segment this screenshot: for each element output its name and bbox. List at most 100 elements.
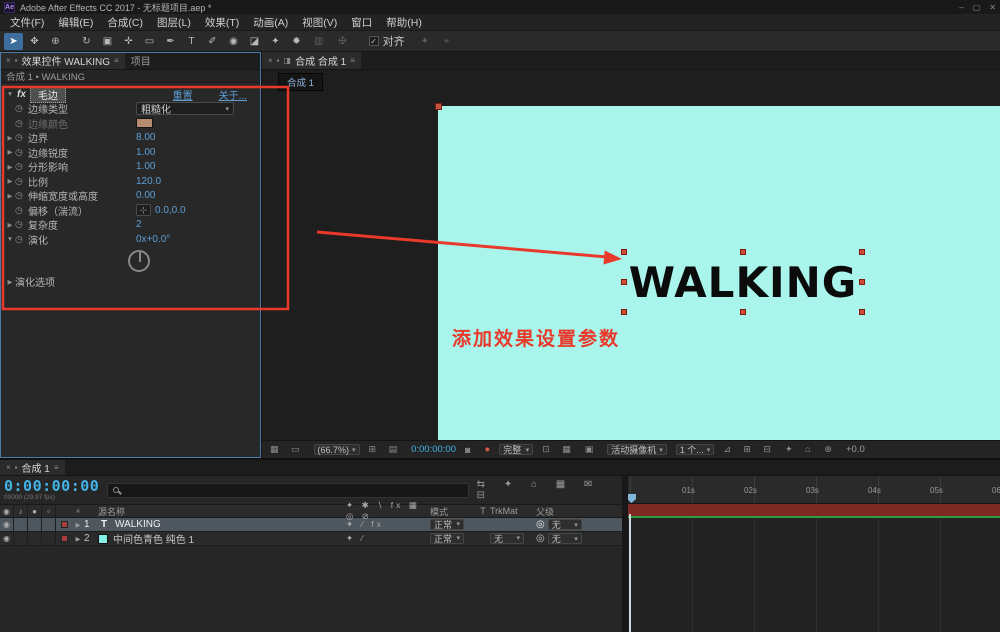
menu-item-composition[interactable]: 合成(C) (101, 14, 149, 31)
evolution-angle-dial[interactable] (128, 250, 150, 272)
selection-tool-icon[interactable]: ➤ (4, 33, 23, 50)
misc-icons[interactable]: ✦ ⌂ (785, 444, 815, 455)
close-icon[interactable]: × (6, 463, 11, 472)
twirl-closed-icon[interactable]: ▶ (5, 177, 15, 185)
view-options-icons[interactable]: ▦ ▭ (270, 444, 305, 455)
stopwatch-icon[interactable]: ◷ (15, 205, 28, 216)
layer-name[interactable]: 中间色青色 纯色 1 (113, 531, 194, 546)
snap-checkbox[interactable]: ✓ (369, 36, 379, 46)
scale-value[interactable]: 120.0 (136, 176, 161, 187)
type-tool-icon[interactable]: T (182, 33, 201, 50)
layer-switches[interactable]: ✦ ∕ fx (342, 519, 430, 530)
panel-menu-icon[interactable]: ≡ (350, 56, 355, 65)
layer-name[interactable]: WALKING (115, 519, 161, 530)
trkmat-dropdown[interactable]: 无 (490, 533, 524, 544)
active-camera-dropdown[interactable]: 活动摄像机 (607, 444, 667, 455)
stopwatch-icon[interactable]: ◷ (15, 147, 28, 158)
twirl-closed-icon[interactable]: ▶ (72, 521, 84, 529)
parent-dropdown[interactable]: 无 (548, 533, 582, 544)
track-lanes[interactable] (628, 504, 1000, 632)
border-value[interactable]: 8.00 (136, 132, 155, 143)
guides-icons[interactable]: ⊞ ▤ (369, 444, 403, 455)
complexity-value[interactable]: 2 (136, 219, 142, 230)
close-icon[interactable]: × (6, 56, 11, 65)
twirl-closed-icon[interactable]: ▶ (5, 221, 15, 229)
playhead-line[interactable] (629, 514, 631, 632)
panel-menu-icon[interactable]: ≡ (114, 56, 119, 65)
stopwatch-icon[interactable]: ◷ (15, 176, 28, 187)
view-layout-dropdown[interactable]: 1 个... (676, 444, 715, 455)
menu-item-effect[interactable]: 效果(T) (199, 14, 245, 31)
solid-color-swatch[interactable] (98, 534, 108, 544)
playhead-handle[interactable] (628, 494, 636, 503)
current-timecode[interactable]: 0:00:00:00 (4, 479, 99, 494)
effect-name[interactable]: 毛边 (30, 86, 66, 103)
brush-tool-icon[interactable]: ✐ (203, 33, 222, 50)
eye-icon[interactable]: ◉ (0, 518, 14, 531)
layer-row-solid[interactable]: ◉ ▶ 2 中间色青色 纯色 1 ✦ ∕ 正常 无 ◎ 无 (0, 532, 622, 546)
composition-viewer[interactable]: 合成 1 WALKING (262, 70, 1000, 440)
stopwatch-icon[interactable]: ◷ (15, 132, 28, 143)
menu-item-view[interactable]: 视图(V) (296, 14, 343, 31)
maximize-icon[interactable]: ▢ (973, 3, 981, 12)
menu-item-file[interactable]: 文件(F) (4, 14, 50, 31)
eye-icon[interactable]: ◉ (0, 532, 14, 545)
handle-bottom-center[interactable] (740, 309, 746, 315)
twirl-closed-icon[interactable]: ▶ (5, 134, 15, 142)
lock-icon[interactable]: ▫ (42, 505, 56, 517)
pickwhip-icon[interactable]: ◎ (536, 533, 545, 544)
channel-icon[interactable]: ● (484, 444, 490, 455)
time-ruler[interactable]: 01s 02s 03s 04s 05s 06s (628, 476, 1000, 504)
clone-stamp-tool-icon[interactable]: ◉ (224, 33, 243, 50)
edge-sharpness-value[interactable]: 1.00 (136, 147, 155, 158)
stopwatch-icon[interactable]: ◷ (15, 190, 28, 201)
composition-canvas[interactable]: WALKING (438, 106, 1000, 440)
menu-item-layer[interactable]: 图层(L) (151, 14, 197, 31)
eraser-tool-icon[interactable]: ◪ (245, 33, 264, 50)
point-crosshair-icon[interactable]: ⊹ (136, 204, 151, 216)
menu-item-help[interactable]: 帮助(H) (380, 14, 428, 31)
handle-mid-left[interactable] (621, 279, 627, 285)
blend-mode-dropdown[interactable]: 正常 (430, 533, 464, 544)
twirl-open-icon[interactable]: ▼ (5, 91, 15, 98)
evolution-value[interactable]: 0x+0.0° (136, 234, 170, 245)
tab-timeline-comp1[interactable]: × ▪ 合成 1 ≡ (0, 460, 65, 475)
layer-switches[interactable]: ✦ ∕ (342, 533, 430, 544)
zoom-tool-icon[interactable]: ⊕ (46, 33, 65, 50)
handle-top-center[interactable] (740, 249, 746, 255)
twirl-closed-icon[interactable]: ▶ (5, 192, 15, 200)
label-color-chip[interactable] (61, 521, 68, 528)
edge-type-dropdown[interactable]: 粗糙化 (136, 102, 234, 115)
menu-item-edit[interactable]: 编辑(E) (52, 14, 99, 31)
fractal-influence-value[interactable]: 1.00 (136, 161, 155, 172)
parent-header[interactable]: 父级 (536, 505, 622, 518)
offset-value[interactable]: 0.0,0.0 (155, 205, 186, 216)
stopwatch-icon[interactable]: ◷ (15, 219, 28, 230)
tab-composition[interactable]: × ▪ ◨ 合成 合成 1 ≡ (262, 52, 361, 69)
roi-grid-icons[interactable]: ⊡ ▦ (542, 444, 576, 455)
minimize-icon[interactable]: – (959, 3, 963, 12)
handle-bottom-right[interactable] (859, 309, 865, 315)
label-color-chip[interactable] (61, 535, 68, 542)
handle-mid-right[interactable] (859, 279, 865, 285)
puppet-pin-tool-icon[interactable]: ✹ (287, 33, 306, 50)
close-icon[interactable]: × (268, 56, 273, 65)
tab-project[interactable]: 项目 (125, 52, 157, 69)
reset-link[interactable]: 重置 (173, 87, 193, 102)
blend-mode-dropdown[interactable]: 正常 (430, 519, 464, 530)
exposure-value[interactable]: +0.0 (846, 444, 865, 455)
stopwatch-icon[interactable]: ◷ (15, 103, 28, 114)
layer-row-walking[interactable]: ◉ ▶ 1 T WALKING ✦ ∕ fx 正常 ◎ 无 (0, 518, 622, 532)
camera-tool-icon[interactable]: ▣ (98, 33, 117, 50)
twirl-closed-icon[interactable]: ▶ (5, 148, 15, 156)
menu-item-animation[interactable]: 动画(A) (247, 14, 294, 31)
eye-icon[interactable]: ◉ (0, 505, 14, 517)
view-axis-icons[interactable]: ⊿ ⊞ ⊟ (723, 444, 776, 455)
resolution-dropdown[interactable]: 完整 (499, 444, 533, 455)
pan-behind-tool-icon[interactable]: ✛ (119, 33, 138, 50)
fx-badge[interactable]: fx (17, 89, 26, 100)
stopwatch-icon[interactable]: ◷ (15, 234, 28, 245)
source-name-header[interactable]: 源名称 (98, 505, 342, 518)
twirl-open-icon[interactable]: ▼ (5, 236, 15, 243)
pickwhip-icon[interactable]: ◎ (536, 519, 545, 530)
